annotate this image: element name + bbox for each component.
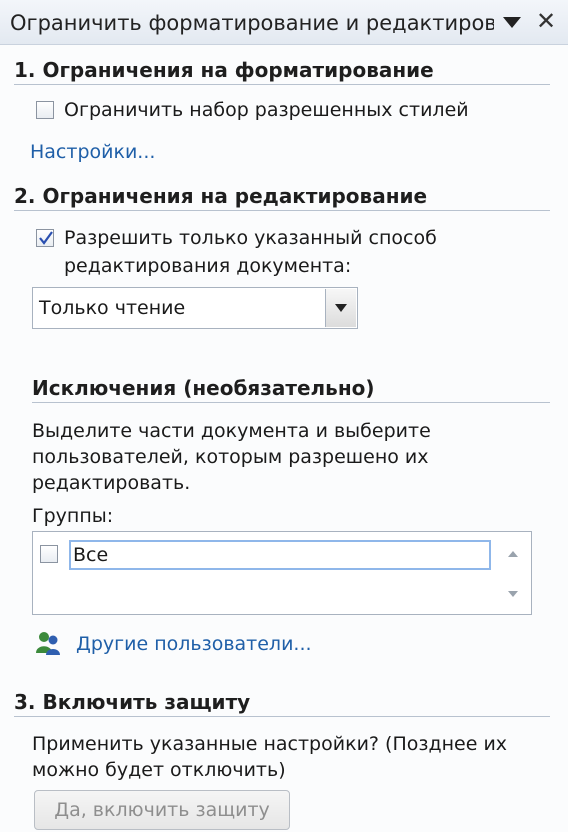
allow-editing-label-line1: Разрешить только указанный способ (64, 227, 437, 249)
editing-type-select[interactable]: Только чтение (32, 287, 358, 329)
exceptions-heading: Исключения (необязательно) (32, 376, 375, 400)
other-users-link[interactable]: Другие пользователи... (76, 631, 312, 657)
exceptions-desc-line3: редактировать. (32, 472, 191, 494)
chevron-down-icon (335, 304, 347, 312)
settings-link[interactable]: Настройки... (30, 139, 155, 165)
users-icon (34, 629, 62, 657)
protection-desc-line1: Применить указанные настройки? (Позднее … (32, 733, 508, 755)
restrict-styles-checkbox[interactable] (36, 101, 54, 119)
exceptions-desc-line2: пользователей, которым разрешено их (32, 446, 429, 468)
section-protection-heading: 3. Включить защиту (14, 690, 251, 714)
restrict-editing-pane: Ограничить форматирование и редактирован… (0, 0, 568, 832)
section-divider (14, 84, 550, 85)
pane-title-bar: Ограничить форматирование и редактирован… (0, 0, 568, 45)
allow-editing-label-line2: редактирования документа: (64, 255, 352, 277)
section-divider (32, 402, 550, 403)
scroll-up-arrow-icon[interactable] (505, 546, 521, 562)
select-dropdown-button[interactable] (325, 289, 356, 327)
section-formatting-heading: 1. Ограничения на форматирование (14, 58, 434, 82)
section-divider (14, 210, 550, 211)
exceptions-desc-line1: Выделите части документа и выберите (32, 420, 431, 442)
scroll-down-arrow-icon[interactable] (505, 586, 521, 602)
allow-editing-type-checkbox[interactable] (36, 229, 54, 247)
group-everyone-checkbox[interactable] (40, 545, 58, 563)
pane-title: Ограничить форматирование и редактирован… (10, 11, 494, 35)
close-icon[interactable]: ✕ (532, 7, 560, 35)
list-item[interactable]: Все (69, 540, 491, 570)
section-divider (14, 716, 550, 717)
enable-protection-button[interactable]: Да, включить защиту (34, 790, 290, 830)
restrict-styles-label: Ограничить набор разрешенных стилей (64, 99, 469, 121)
checkmark-icon (39, 231, 53, 245)
group-everyone-label: Все (73, 544, 109, 566)
triangle-down-icon[interactable] (500, 10, 524, 34)
section-editing-heading: 2. Ограничения на редактирование (14, 184, 428, 208)
protection-desc-line2: можно будет отключить) (32, 759, 286, 781)
editing-type-value: Только чтение (39, 297, 186, 319)
groups-listbox[interactable]: Все (32, 531, 532, 615)
groups-label: Группы: (32, 505, 114, 527)
